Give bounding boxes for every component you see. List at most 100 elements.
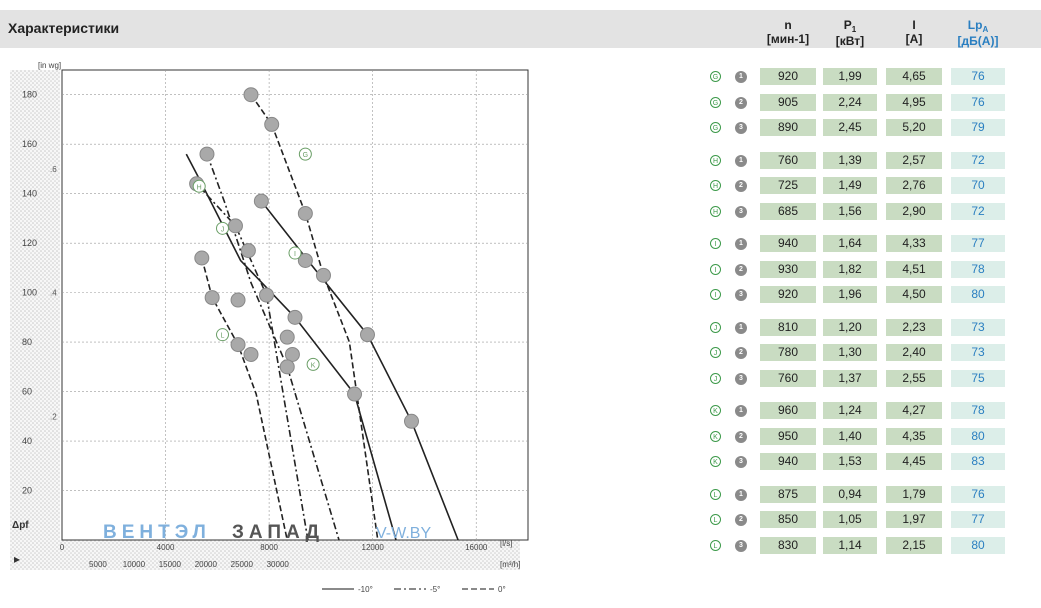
cell-lp: 80 bbox=[951, 286, 1005, 303]
column-header-n: n [мин-1] bbox=[766, 18, 810, 46]
performance-chart: 20 40 60 80 100 120 140 160 180 .2 .4 .6 0 4000 8000 1… bbox=[10, 61, 529, 594]
cell-i: 2,15 bbox=[886, 536, 942, 554]
y-tick-label: 40 bbox=[22, 436, 32, 446]
cell-p: 1,14 bbox=[823, 536, 877, 554]
legend-label: 0° bbox=[498, 585, 506, 594]
curve-icon: J bbox=[710, 347, 721, 358]
cell-i: 1,97 bbox=[886, 511, 942, 528]
cell-i: 2,90 bbox=[886, 202, 942, 220]
cell-n: 940 bbox=[760, 235, 816, 252]
cell-lp: 72 bbox=[951, 151, 1005, 169]
cell-n: 685 bbox=[760, 202, 816, 220]
x-tick-label-m3h: 25000 bbox=[231, 560, 254, 569]
x-unit-primary: [l/s] bbox=[500, 539, 512, 548]
operating-point-marker bbox=[243, 346, 259, 362]
curve-icon: G bbox=[710, 122, 721, 133]
y-tick-label: 160 bbox=[22, 139, 37, 149]
cell-n: 760 bbox=[760, 151, 816, 169]
cell-lp: 77 bbox=[951, 235, 1005, 252]
cell-i: 4,65 bbox=[886, 68, 942, 85]
cell-i: 2,40 bbox=[886, 344, 942, 361]
curve-icon: H bbox=[710, 154, 721, 166]
x-tick-label: 12000 bbox=[362, 543, 385, 552]
cell-lp: 73 bbox=[951, 318, 1005, 336]
curve-label: J bbox=[221, 226, 225, 233]
y-tick-label: 100 bbox=[22, 288, 37, 298]
cell-p: 1,39 bbox=[823, 151, 877, 169]
operating-point-marker bbox=[240, 243, 256, 259]
curve-icon: K bbox=[710, 430, 721, 442]
watermark-part2: ЗАПАД bbox=[232, 522, 324, 543]
cell-n: 890 bbox=[760, 119, 816, 136]
cell-i: 4,50 bbox=[886, 286, 942, 303]
flow-axis-icon: ▸ bbox=[14, 552, 20, 566]
y-tick-label: 60 bbox=[22, 387, 32, 397]
curve-icon: K bbox=[710, 405, 721, 416]
cell-n: 920 bbox=[760, 68, 816, 85]
mode-icon: 3 bbox=[735, 289, 747, 301]
curve-label: L bbox=[221, 333, 225, 340]
cell-p: 1,30 bbox=[823, 344, 877, 361]
operating-point-marker bbox=[279, 329, 295, 345]
mode-icon: 2 bbox=[735, 347, 747, 359]
operating-point-marker bbox=[259, 287, 275, 303]
cell-lp: 80 bbox=[951, 536, 1005, 554]
cell-lp: 77 bbox=[951, 511, 1005, 528]
cell-lp: 83 bbox=[951, 453, 1005, 470]
cell-i: 4,51 bbox=[886, 260, 942, 278]
operating-point-marker bbox=[315, 267, 331, 283]
watermark-part1: ВЕНТЭЛ bbox=[103, 522, 211, 543]
curve-label: H bbox=[197, 184, 202, 191]
cell-lp: 76 bbox=[951, 68, 1005, 85]
operating-point-marker bbox=[279, 359, 295, 375]
y-tick-label: 140 bbox=[22, 189, 37, 199]
mode-icon: 1 bbox=[735, 238, 747, 250]
y-tick-label: 80 bbox=[22, 337, 32, 347]
cell-p: 1,53 bbox=[823, 453, 877, 470]
watermark-site: V-W.BY bbox=[376, 525, 431, 542]
operating-point-marker bbox=[230, 337, 246, 353]
curve-icon: J bbox=[710, 372, 721, 384]
cell-i: 2,23 bbox=[886, 318, 942, 336]
x-tick-label: 8000 bbox=[260, 543, 278, 552]
mode-icon: 2 bbox=[735, 263, 747, 276]
cell-lp: 79 bbox=[951, 119, 1005, 136]
cell-lp: 76 bbox=[951, 485, 1005, 503]
cell-i: 5,20 bbox=[886, 119, 942, 136]
x-tick-label-m3h: 20000 bbox=[195, 560, 218, 569]
cell-i: 2,57 bbox=[886, 151, 942, 169]
plot-area bbox=[61, 69, 529, 541]
x-tick-label: 4000 bbox=[157, 543, 175, 552]
legend-label: -5° bbox=[430, 585, 440, 594]
chart-legend: -10° -5° 0° bbox=[322, 585, 506, 594]
mode-icon: 2 bbox=[735, 514, 747, 526]
cell-p: 1,05 bbox=[823, 511, 877, 528]
y-tick-label: 120 bbox=[22, 238, 37, 248]
cell-n: 960 bbox=[760, 402, 816, 419]
cell-p: 1,40 bbox=[823, 427, 877, 445]
cell-n: 950 bbox=[760, 427, 816, 445]
y-tick-label-inwg: .4 bbox=[50, 289, 57, 298]
x-tick-label-m3h: 5000 bbox=[89, 560, 107, 569]
column-header-i: I [A] bbox=[905, 18, 923, 46]
operating-point-marker bbox=[287, 309, 303, 325]
operating-point-marker bbox=[243, 87, 259, 103]
cell-i: 2,76 bbox=[886, 177, 942, 194]
operating-point-marker bbox=[404, 413, 419, 429]
operating-point-marker bbox=[194, 250, 210, 266]
x-tick-label: 16000 bbox=[465, 543, 488, 552]
curve-icon: L bbox=[710, 488, 721, 500]
mode-icon: 2 bbox=[735, 180, 747, 192]
cell-i: 2,55 bbox=[886, 369, 942, 387]
cell-p: 1,56 bbox=[823, 202, 877, 220]
y-unit-label: [in wg] bbox=[38, 61, 61, 70]
cell-lp: 72 bbox=[951, 202, 1005, 220]
y-tick-label: 180 bbox=[22, 90, 37, 100]
mode-icon: 1 bbox=[735, 71, 747, 83]
cell-lp: 80 bbox=[951, 427, 1005, 445]
cell-lp: 78 bbox=[951, 260, 1005, 278]
cell-lp: 78 bbox=[951, 402, 1005, 419]
curve-label: G bbox=[303, 152, 308, 159]
curve-label: I bbox=[294, 251, 296, 258]
x-tick-label-m3h: 15000 bbox=[159, 560, 182, 569]
